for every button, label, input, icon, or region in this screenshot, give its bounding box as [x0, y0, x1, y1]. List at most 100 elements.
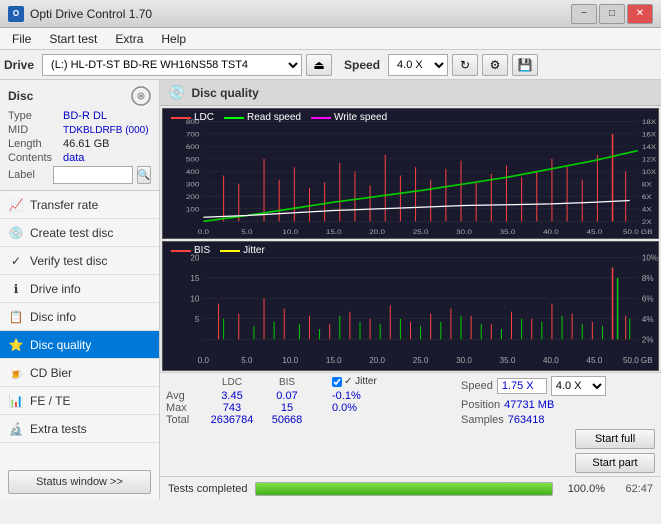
total-ldc: 2636784 [202, 414, 262, 426]
main-area: Disc Type BD-R DL MID TDKBLDRFB (000) Le… [0, 80, 661, 500]
sidebar-item-cd-bier[interactable]: 🍺 CD Bier [0, 359, 159, 387]
menu-start-test[interactable]: Start test [41, 30, 105, 48]
window-controls: − □ ✕ [571, 4, 653, 24]
sidebar-item-fe-te[interactable]: 📊 FE / TE [0, 387, 159, 415]
position-label: Position [461, 399, 500, 411]
status-window-button[interactable]: Status window >> [8, 470, 151, 494]
progress-fill [256, 483, 552, 495]
sidebar-item-drive-info-label: Drive info [30, 282, 81, 296]
avg-bis: 0.07 [262, 390, 312, 402]
start-part-button[interactable]: Start part [575, 453, 655, 473]
close-button[interactable]: ✕ [627, 4, 653, 24]
drive-info-icon: ℹ [8, 281, 24, 297]
max-label: Max [166, 402, 202, 414]
mid-value: TDKBLDRFB (000) [63, 125, 149, 136]
svg-text:15.0: 15.0 [326, 228, 342, 236]
stats-area: LDC BIS ✓ Jitter Avg [160, 372, 661, 476]
label-browse-button[interactable]: 🔍 [137, 166, 151, 184]
drive-select[interactable]: (L:) HL-DT-ST BD-RE WH16NS58 TST4 [42, 54, 302, 76]
drive-toolbar: Drive (L:) HL-DT-ST BD-RE WH16NS58 TST4 … [0, 50, 661, 80]
svg-text:45.0: 45.0 [586, 356, 602, 365]
sidebar-item-verify-test-disc[interactable]: ✓ Verify test disc [0, 247, 159, 275]
stats-table: LDC BIS ✓ Jitter Avg [166, 376, 455, 426]
menu-help[interactable]: Help [153, 30, 194, 48]
svg-text:4X: 4X [642, 205, 652, 213]
svg-text:5.0: 5.0 [241, 228, 252, 236]
svg-text:5.0: 5.0 [241, 356, 253, 365]
menu-bar: File Start test Extra Help [0, 28, 661, 50]
start-full-button[interactable]: Start full [575, 429, 655, 449]
sidebar-item-disc-info-label: Disc info [30, 310, 76, 324]
sidebar-item-drive-info[interactable]: ℹ Drive info [0, 275, 159, 303]
menu-extra[interactable]: Extra [107, 30, 151, 48]
sidebar-item-extra-tests[interactable]: 🔬 Extra tests [0, 415, 159, 443]
svg-text:2%: 2% [642, 335, 654, 344]
progress-bar-area: Tests completed 100.0% 62:47 [160, 476, 661, 500]
svg-text:30.0: 30.0 [456, 356, 472, 365]
cd-bier-icon: 🍺 [8, 365, 24, 381]
sidebar-item-create-test-disc[interactable]: 💿 Create test disc [0, 219, 159, 247]
type-label: Type [8, 110, 63, 122]
title-bar-left: O Opti Drive Control 1.70 [8, 6, 152, 22]
svg-text:400: 400 [186, 168, 199, 176]
avg-label: Avg [166, 390, 202, 402]
disc-info-icon: 📋 [8, 309, 24, 325]
save-button[interactable]: 💾 [512, 54, 538, 76]
svg-text:0.0: 0.0 [198, 228, 209, 236]
contents-value: data [63, 152, 84, 164]
maximize-button[interactable]: □ [599, 4, 625, 24]
svg-text:40.0: 40.0 [543, 356, 559, 365]
total-label: Total [166, 414, 202, 426]
mid-label: MID [8, 124, 63, 136]
sidebar-item-create-test-disc-label: Create test disc [30, 226, 113, 240]
svg-text:18X: 18X [642, 118, 656, 126]
sidebar: Disc Type BD-R DL MID TDKBLDRFB (000) Le… [0, 80, 160, 500]
svg-text:50.0 GB: 50.0 GB [623, 356, 653, 365]
sidebar-item-transfer-rate-label: Transfer rate [30, 198, 98, 212]
svg-text:15: 15 [190, 274, 199, 283]
svg-text:10X: 10X [642, 168, 656, 176]
speed-dropdown[interactable]: 4.0 X [551, 376, 606, 396]
max-bis: 15 [262, 402, 312, 414]
options-button[interactable]: ⚙ [482, 54, 508, 76]
minimize-button[interactable]: − [571, 4, 597, 24]
svg-text:6X: 6X [642, 193, 652, 201]
extra-tests-icon: 🔬 [8, 421, 24, 437]
sidebar-item-fe-te-label: FE / TE [30, 394, 70, 408]
transfer-rate-icon: 📈 [8, 197, 24, 213]
drive-label: Drive [4, 58, 34, 72]
sidebar-item-disc-info[interactable]: 📋 Disc info [0, 303, 159, 331]
svg-text:600: 600 [186, 143, 199, 151]
progress-time: 62:47 [613, 483, 653, 495]
speed-static-label: Speed [461, 380, 493, 392]
svg-text:10%: 10% [642, 253, 658, 262]
sidebar-item-disc-quality[interactable]: ⭐ Disc quality [0, 331, 159, 359]
eject-button[interactable]: ⏏ [306, 54, 332, 76]
svg-text:20.0: 20.0 [369, 356, 385, 365]
samples-label: Samples [461, 414, 504, 426]
menu-file[interactable]: File [4, 30, 39, 48]
sidebar-item-verify-test-disc-label: Verify test disc [30, 254, 107, 268]
position-value: 47731 MB [504, 399, 554, 411]
jitter-checkbox[interactable] [332, 377, 342, 387]
app-icon: O [8, 6, 24, 22]
speed-select[interactable]: 4.0 X 2.0 X 1.0 X [388, 54, 448, 76]
total-bis: 50668 [262, 414, 312, 426]
label-input[interactable] [53, 166, 133, 184]
sidebar-item-cd-bier-label: CD Bier [30, 366, 72, 380]
sidebar-item-extra-tests-label: Extra tests [30, 422, 87, 436]
progress-percent: 100.0% [561, 483, 605, 495]
type-value: BD-R DL [63, 110, 107, 122]
fe-te-icon: 📊 [8, 393, 24, 409]
refresh-button[interactable]: ↻ [452, 54, 478, 76]
svg-text:0.0: 0.0 [198, 356, 210, 365]
right-controls: Speed 1.75 X 4.0 X Position 47731 MB Sam… [455, 376, 655, 473]
chart1-legend: LDC Read speed Write speed [171, 112, 387, 123]
content-header-icon: 💿 [168, 84, 185, 101]
sidebar-item-transfer-rate[interactable]: 📈 Transfer rate [0, 191, 159, 219]
speed-value: 1.75 X [497, 378, 547, 394]
svg-text:500: 500 [186, 155, 199, 163]
avg-jitter: -0.1% [332, 390, 455, 402]
app-title: Opti Drive Control 1.70 [30, 7, 152, 21]
speed-row: Speed 1.75 X 4.0 X [461, 376, 655, 396]
